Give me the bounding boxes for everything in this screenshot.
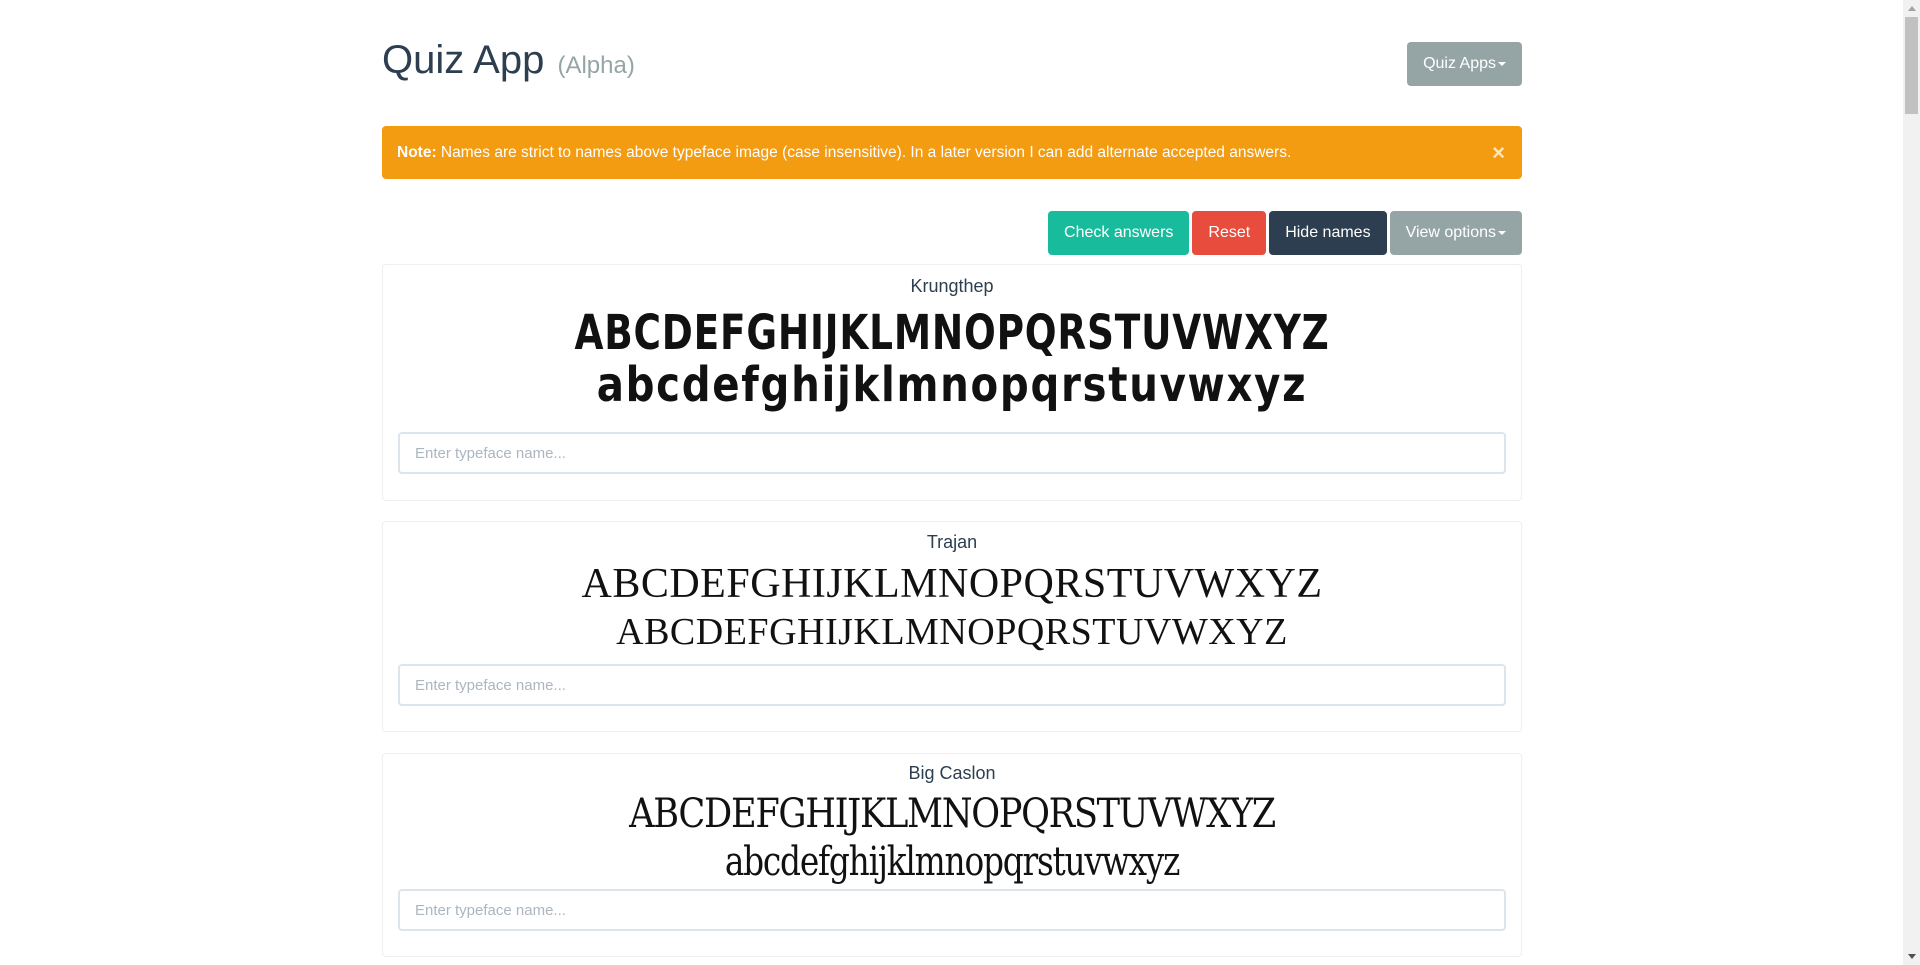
typeface-name: Trajan bbox=[926, 532, 978, 552]
specimen-lowercase: abcdefghijklmnopqrstuvwxyz bbox=[596, 357, 1308, 413]
typeface-card: Krungthep ABCDEFGHIJKLMNOPQRSTUVWXYZ abc… bbox=[382, 264, 1522, 501]
typeface-card: Trajan ABCDEFGHIJKLMNOPQRSTUVWXYZ ABCDEF… bbox=[382, 521, 1522, 732]
note-alert: Note: Names are strict to names above ty… bbox=[382, 126, 1522, 179]
scroll-up-arrow-icon[interactable] bbox=[1908, 6, 1916, 11]
quiz-apps-label: Quiz Apps bbox=[1423, 55, 1496, 72]
typeface-name-input[interactable] bbox=[398, 432, 1506, 474]
typeface-card: Big Caslon ABCDEFGHIJKLMNOPQRSTUVWXYZ ab… bbox=[382, 753, 1522, 957]
page-title: Quiz App (Alpha) bbox=[382, 40, 635, 80]
close-icon[interactable]: × bbox=[1492, 126, 1505, 179]
specimen-lowercase: abcdefghijklmnopqrstuvwxyz bbox=[724, 839, 1181, 885]
vertical-scrollbar[interactable] bbox=[1903, 0, 1920, 965]
hide-names-button[interactable]: Hide names bbox=[1269, 211, 1387, 255]
specimen-uppercase: ABCDEFGHIJKLMNOPQRSTUVWXYZ bbox=[574, 305, 1330, 361]
app-subtitle: (Alpha) bbox=[557, 52, 635, 79]
action-toolbar: Check answers Reset Hide names View opti… bbox=[1048, 211, 1522, 255]
note-message: Names are strict to names above typeface… bbox=[436, 144, 1292, 161]
check-answers-button[interactable]: Check answers bbox=[1048, 211, 1190, 255]
specimen-small-caps: ABCDEFGHIJKLMNOPQRSTUVWXYZ bbox=[616, 611, 1288, 653]
typeface-name-input[interactable] bbox=[398, 664, 1506, 706]
specimen-uppercase: ABCDEFGHIJKLMNOPQRSTUVWXYZ bbox=[629, 791, 1276, 837]
quiz-apps-dropdown-button[interactable]: Quiz Apps bbox=[1407, 42, 1522, 86]
view-options-dropdown-button[interactable]: View options bbox=[1389, 211, 1522, 255]
typeface-name: Krungthep bbox=[910, 276, 994, 296]
scrollbar-thumb[interactable] bbox=[1905, 17, 1918, 114]
note-label: Note: bbox=[397, 144, 437, 161]
caret-down-icon bbox=[1498, 230, 1506, 235]
page-container: Quiz App (Alpha) Quiz Apps Note: Names a… bbox=[382, 0, 1522, 957]
header: Quiz App (Alpha) Quiz Apps bbox=[382, 0, 1522, 126]
scroll-down-arrow-icon[interactable] bbox=[1908, 954, 1916, 959]
specimen-uppercase: ABCDEFGHIJKLMNOPQRSTUVWXYZ bbox=[581, 561, 1323, 607]
caret-down-icon bbox=[1498, 61, 1506, 66]
reset-button[interactable]: Reset bbox=[1192, 211, 1267, 255]
view-options-label: View options bbox=[1405, 224, 1496, 241]
typeface-name: Big Caslon bbox=[908, 763, 996, 783]
app-title: Quiz App bbox=[382, 38, 545, 82]
typeface-name-input[interactable] bbox=[398, 889, 1506, 931]
